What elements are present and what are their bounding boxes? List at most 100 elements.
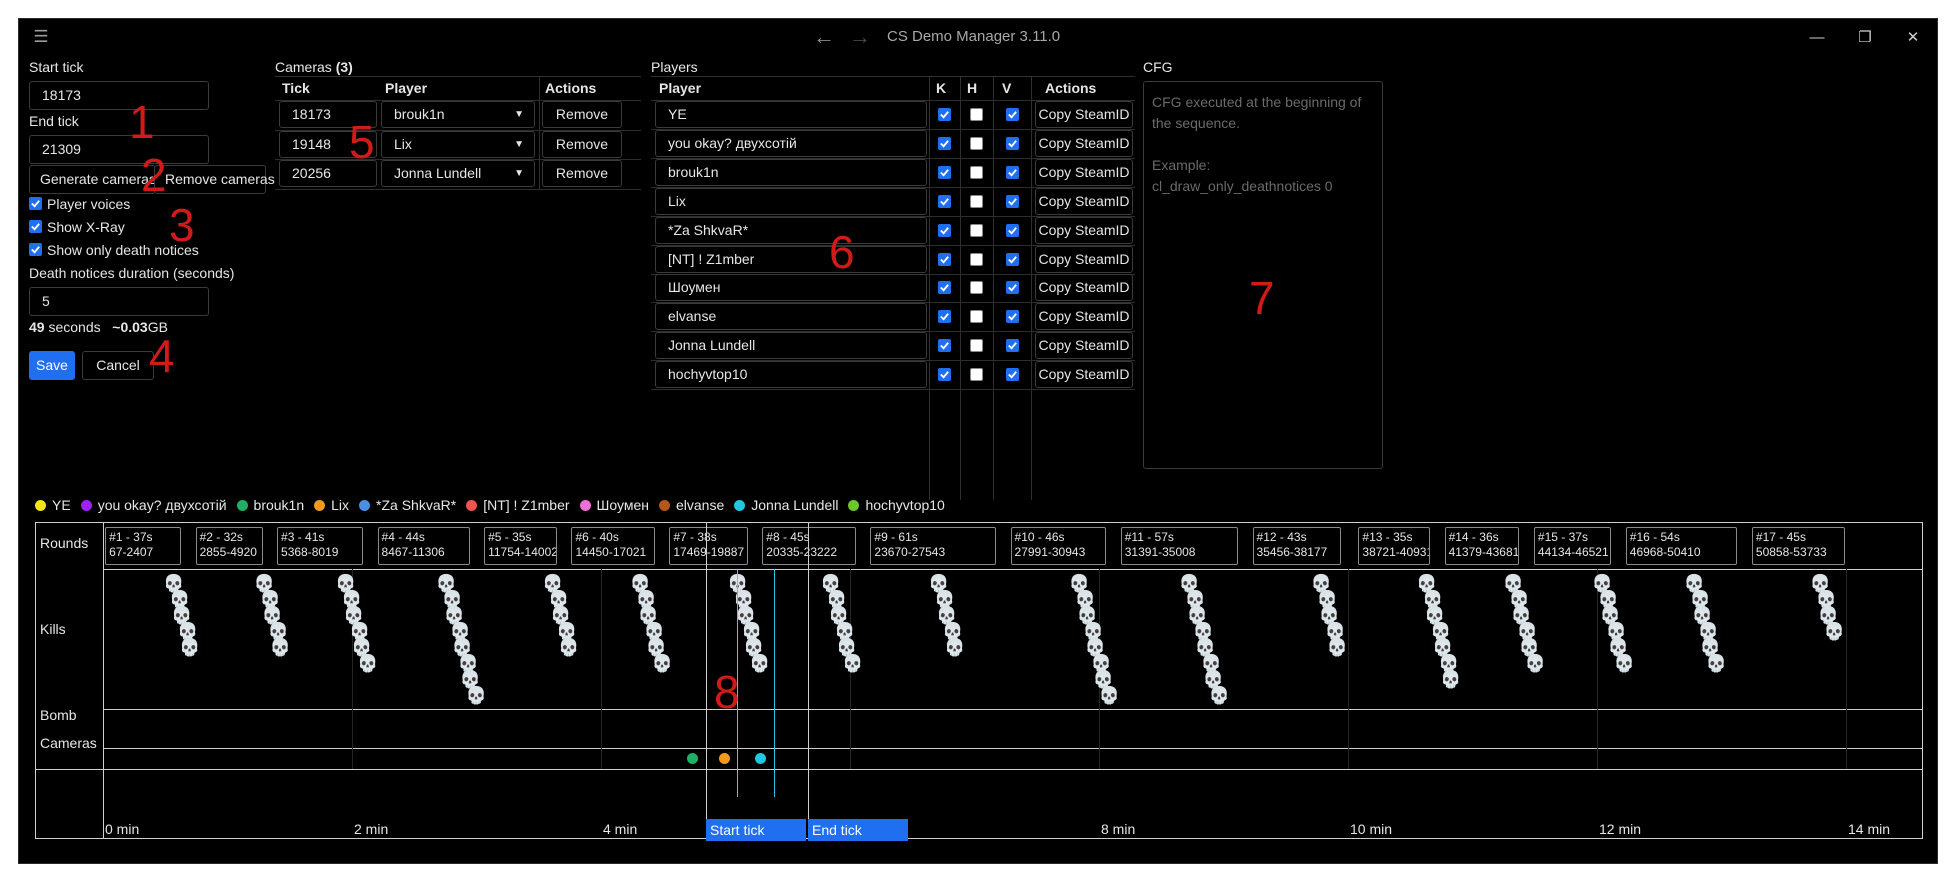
voice-checkbox[interactable] bbox=[1006, 136, 1019, 150]
copy-steamid-button[interactable]: Copy SteamID bbox=[1035, 303, 1133, 331]
copy-steamid-button[interactable]: Copy SteamID bbox=[1035, 101, 1133, 128]
end-tick-handle[interactable]: End tick bbox=[808, 819, 908, 841]
round-block[interactable]: #16 - 54s 46968-50410 bbox=[1625, 527, 1738, 565]
round-block[interactable]: #3 - 41s 5368-8019 bbox=[277, 527, 363, 565]
headshots-checkbox[interactable] bbox=[970, 165, 983, 179]
round-block[interactable]: #4 - 44s 8467-11306 bbox=[377, 527, 470, 565]
kill-skull-icon[interactable]: 💀 bbox=[749, 655, 770, 672]
kills-checkbox[interactable] bbox=[938, 136, 951, 150]
headshots-checkbox[interactable] bbox=[970, 252, 983, 266]
headshots-checkbox[interactable] bbox=[970, 368, 983, 382]
round-block[interactable]: #2 - 32s 2855-4920 bbox=[195, 527, 263, 565]
copy-steamid-button[interactable]: Copy SteamID bbox=[1035, 274, 1133, 302]
copy-steamid-button[interactable]: Copy SteamID bbox=[1035, 361, 1133, 389]
kill-skull-icon[interactable]: 💀 bbox=[357, 655, 378, 672]
camera-player-select[interactable]: brouk1n ▼ bbox=[381, 101, 535, 128]
round-block[interactable]: #5 - 35s 11754-14002 bbox=[484, 527, 557, 565]
remove-cameras-button[interactable]: Remove cameras bbox=[154, 165, 275, 194]
kill-skull-icon[interactable]: 💀 bbox=[1327, 639, 1348, 656]
voice-checkbox[interactable] bbox=[1006, 194, 1019, 208]
end-tick-marker[interactable] bbox=[808, 523, 809, 839]
kill-skull-icon[interactable]: 💀 bbox=[1099, 687, 1120, 704]
kills-checkbox[interactable] bbox=[938, 165, 951, 179]
kill-skull-icon[interactable]: 💀 bbox=[558, 639, 579, 656]
kills-checkbox[interactable] bbox=[938, 281, 951, 295]
headshots-checkbox[interactable] bbox=[970, 223, 983, 237]
kills-checkbox[interactable] bbox=[938, 223, 951, 237]
kills-checkbox[interactable] bbox=[938, 368, 951, 382]
round-block[interactable]: #12 - 43s 35456-38177 bbox=[1252, 527, 1341, 565]
kills-checkbox[interactable] bbox=[938, 252, 951, 266]
round-block[interactable]: #13 - 35s 38721-40931 bbox=[1358, 527, 1431, 565]
camera-player-select[interactable]: Lix ▼ bbox=[381, 131, 535, 158]
round-block[interactable]: #6 - 40s 14450-17021 bbox=[571, 527, 655, 565]
copy-steamid-button[interactable]: Copy SteamID bbox=[1035, 158, 1133, 186]
kills-checkbox[interactable] bbox=[938, 108, 951, 121]
headshots-checkbox[interactable] bbox=[970, 281, 983, 295]
start-tick-handle[interactable]: Start tick bbox=[706, 819, 806, 841]
generate-cameras-button[interactable]: Generate cameras bbox=[29, 165, 156, 194]
death-notices-checkbox[interactable] bbox=[29, 243, 42, 256]
player-name-field[interactable]: YE bbox=[655, 101, 927, 128]
player-name-field[interactable]: [NT] ! Z1mber bbox=[655, 245, 927, 273]
timeline[interactable]: Rounds Kills Bomb Cameras 0 min 2 min 4 mi… bbox=[35, 522, 1923, 841]
round-block[interactable]: #10 - 46s 27991-30943 bbox=[1010, 527, 1107, 565]
round-block[interactable]: #15 - 37s 44134-46521 bbox=[1533, 527, 1612, 565]
kill-skull-icon[interactable]: 💀 bbox=[651, 655, 672, 672]
cancel-button[interactable]: Cancel bbox=[82, 351, 154, 380]
camera-point[interactable] bbox=[754, 753, 766, 764]
voice-checkbox[interactable] bbox=[1006, 108, 1019, 121]
headshots-checkbox[interactable] bbox=[970, 310, 983, 324]
hamburger-menu-icon[interactable]: ☰ bbox=[31, 27, 51, 47]
headshots-checkbox[interactable] bbox=[970, 108, 983, 121]
voice-checkbox[interactable] bbox=[1006, 281, 1019, 295]
voice-checkbox[interactable] bbox=[1006, 165, 1019, 179]
round-block[interactable]: #14 - 36s 41379-43681 bbox=[1444, 527, 1520, 565]
player-name-field[interactable]: you okay? двухсотій bbox=[655, 129, 927, 157]
back-arrow-icon[interactable]: ← bbox=[813, 25, 835, 49]
player-name-field[interactable]: hochyvtop10 bbox=[655, 361, 927, 389]
camera-remove-button[interactable]: Remove bbox=[542, 131, 622, 158]
kill-skull-icon[interactable]: 💀 bbox=[270, 639, 291, 656]
kill-skull-icon[interactable]: 💀 bbox=[1209, 687, 1230, 704]
round-block[interactable]: #7 - 38s 17469-19887 bbox=[669, 527, 748, 565]
death-duration-input[interactable]: 5 bbox=[29, 287, 209, 316]
player-name-field[interactable]: Jonna Lundell bbox=[655, 332, 927, 360]
copy-steamid-button[interactable]: Copy SteamID bbox=[1035, 129, 1133, 157]
restore-icon[interactable]: ❐ bbox=[1841, 19, 1889, 55]
player-name-field[interactable]: elvanse bbox=[655, 303, 927, 331]
save-button[interactable]: Save bbox=[29, 351, 75, 380]
start-tick-input[interactable]: 18173 bbox=[29, 81, 209, 110]
player-name-field[interactable]: *Za ShkvaR* bbox=[655, 216, 927, 244]
camera-remove-button[interactable]: Remove bbox=[542, 101, 622, 128]
copy-steamid-button[interactable]: Copy SteamID bbox=[1035, 332, 1133, 360]
player-name-field[interactable]: brouk1n bbox=[655, 158, 927, 186]
copy-steamid-button[interactable]: Copy SteamID bbox=[1035, 187, 1133, 215]
forward-arrow-icon[interactable]: → bbox=[849, 25, 871, 49]
headshots-checkbox[interactable] bbox=[970, 339, 983, 353]
round-block[interactable]: #8 - 45s 20335-23222 bbox=[762, 527, 856, 565]
camera-point[interactable] bbox=[718, 753, 730, 764]
copy-steamid-button[interactable]: Copy SteamID bbox=[1035, 245, 1133, 273]
kill-skull-icon[interactable]: 💀 bbox=[1614, 655, 1635, 672]
close-icon[interactable]: ✕ bbox=[1889, 19, 1937, 55]
round-block[interactable]: #11 - 57s 31391-35008 bbox=[1120, 527, 1239, 565]
player-voices-checkbox[interactable] bbox=[29, 197, 42, 210]
kill-skull-icon[interactable]: 💀 bbox=[466, 687, 487, 704]
kill-skull-icon[interactable]: 💀 bbox=[1706, 655, 1727, 672]
round-block[interactable]: #9 - 61s 23670-27543 bbox=[870, 527, 996, 565]
kill-skull-icon[interactable]: 💀 bbox=[944, 639, 965, 656]
kill-skull-icon[interactable]: 💀 bbox=[179, 639, 200, 656]
headshots-checkbox[interactable] bbox=[970, 194, 983, 208]
voice-checkbox[interactable] bbox=[1006, 252, 1019, 266]
round-block[interactable]: #17 - 45s 50858-53733 bbox=[1751, 527, 1846, 565]
kill-skull-icon[interactable]: 💀 bbox=[1525, 655, 1546, 672]
headshots-checkbox[interactable] bbox=[970, 136, 983, 150]
kill-skull-icon[interactable]: 💀 bbox=[1824, 623, 1845, 640]
kills-checkbox[interactable] bbox=[938, 339, 951, 353]
voice-checkbox[interactable] bbox=[1006, 339, 1019, 353]
round-block[interactable]: #1 - 37s 67-2407 bbox=[105, 527, 182, 565]
show-xray-checkbox[interactable] bbox=[29, 220, 42, 233]
camera-point[interactable] bbox=[687, 753, 699, 764]
end-tick-input[interactable]: 21309 bbox=[29, 135, 209, 164]
